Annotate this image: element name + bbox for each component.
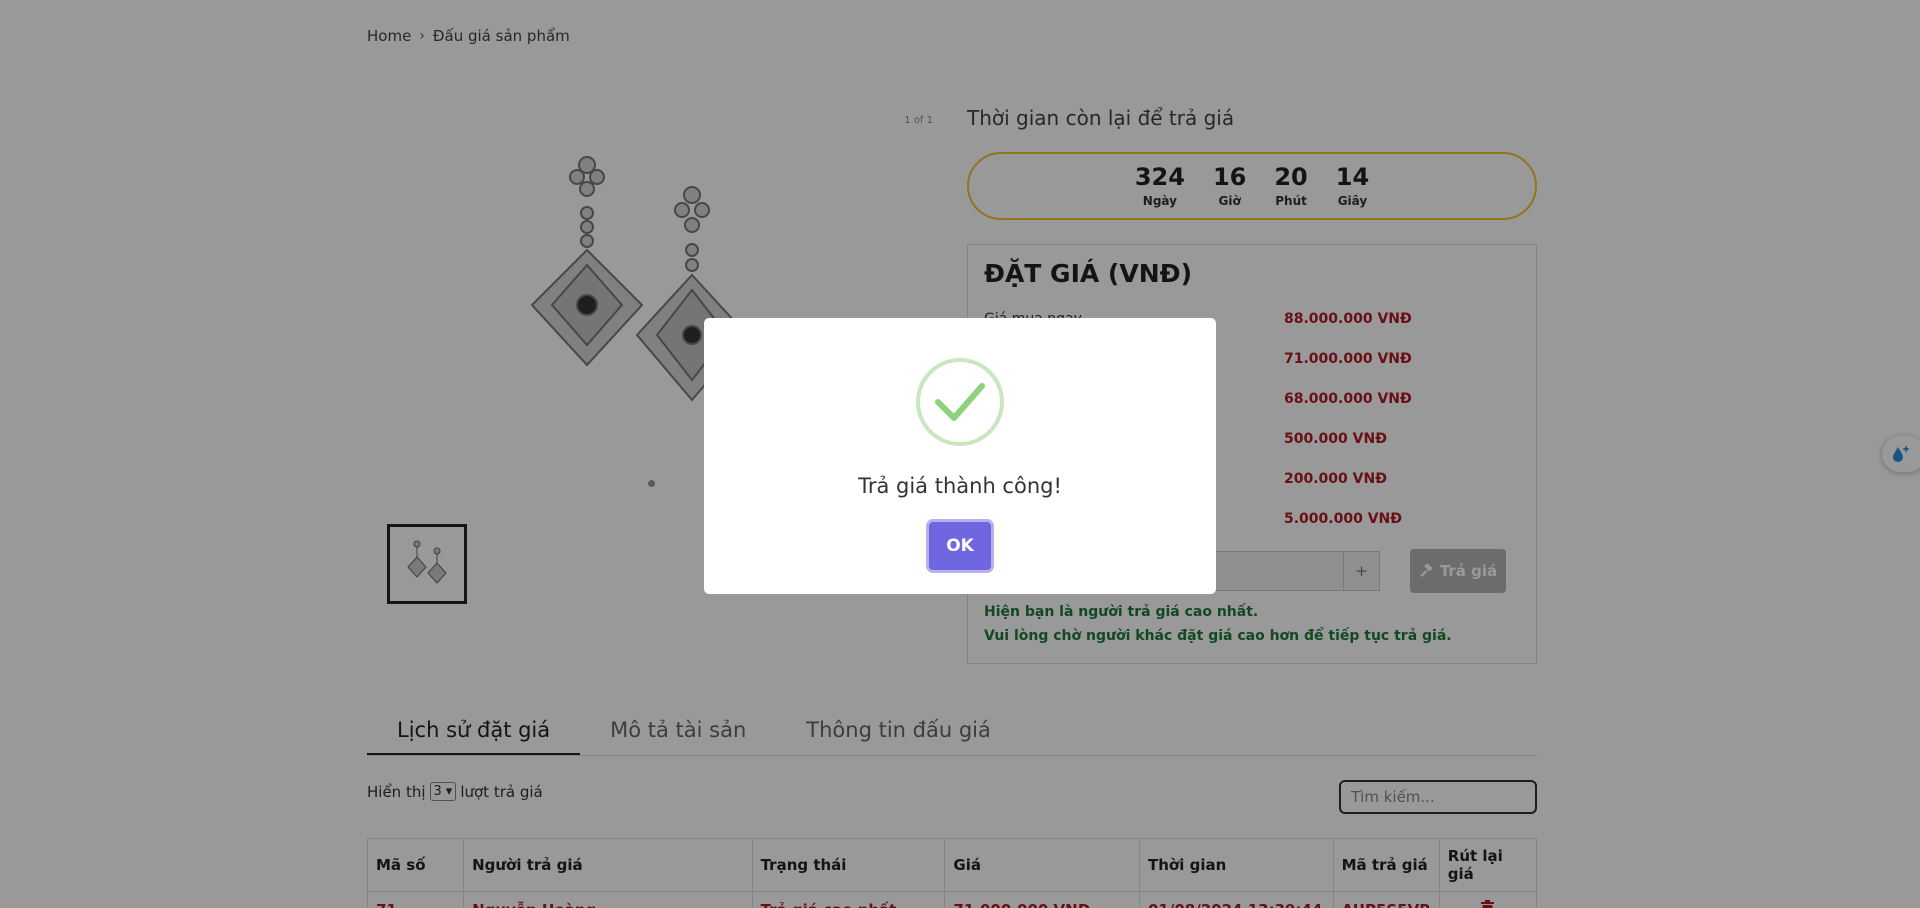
success-dialog: Trả giá thành công! OK <box>704 318 1216 594</box>
check-icon <box>916 358 1004 446</box>
dialog-title: Trả giá thành công! <box>858 474 1062 498</box>
ok-button[interactable]: OK <box>929 522 991 570</box>
